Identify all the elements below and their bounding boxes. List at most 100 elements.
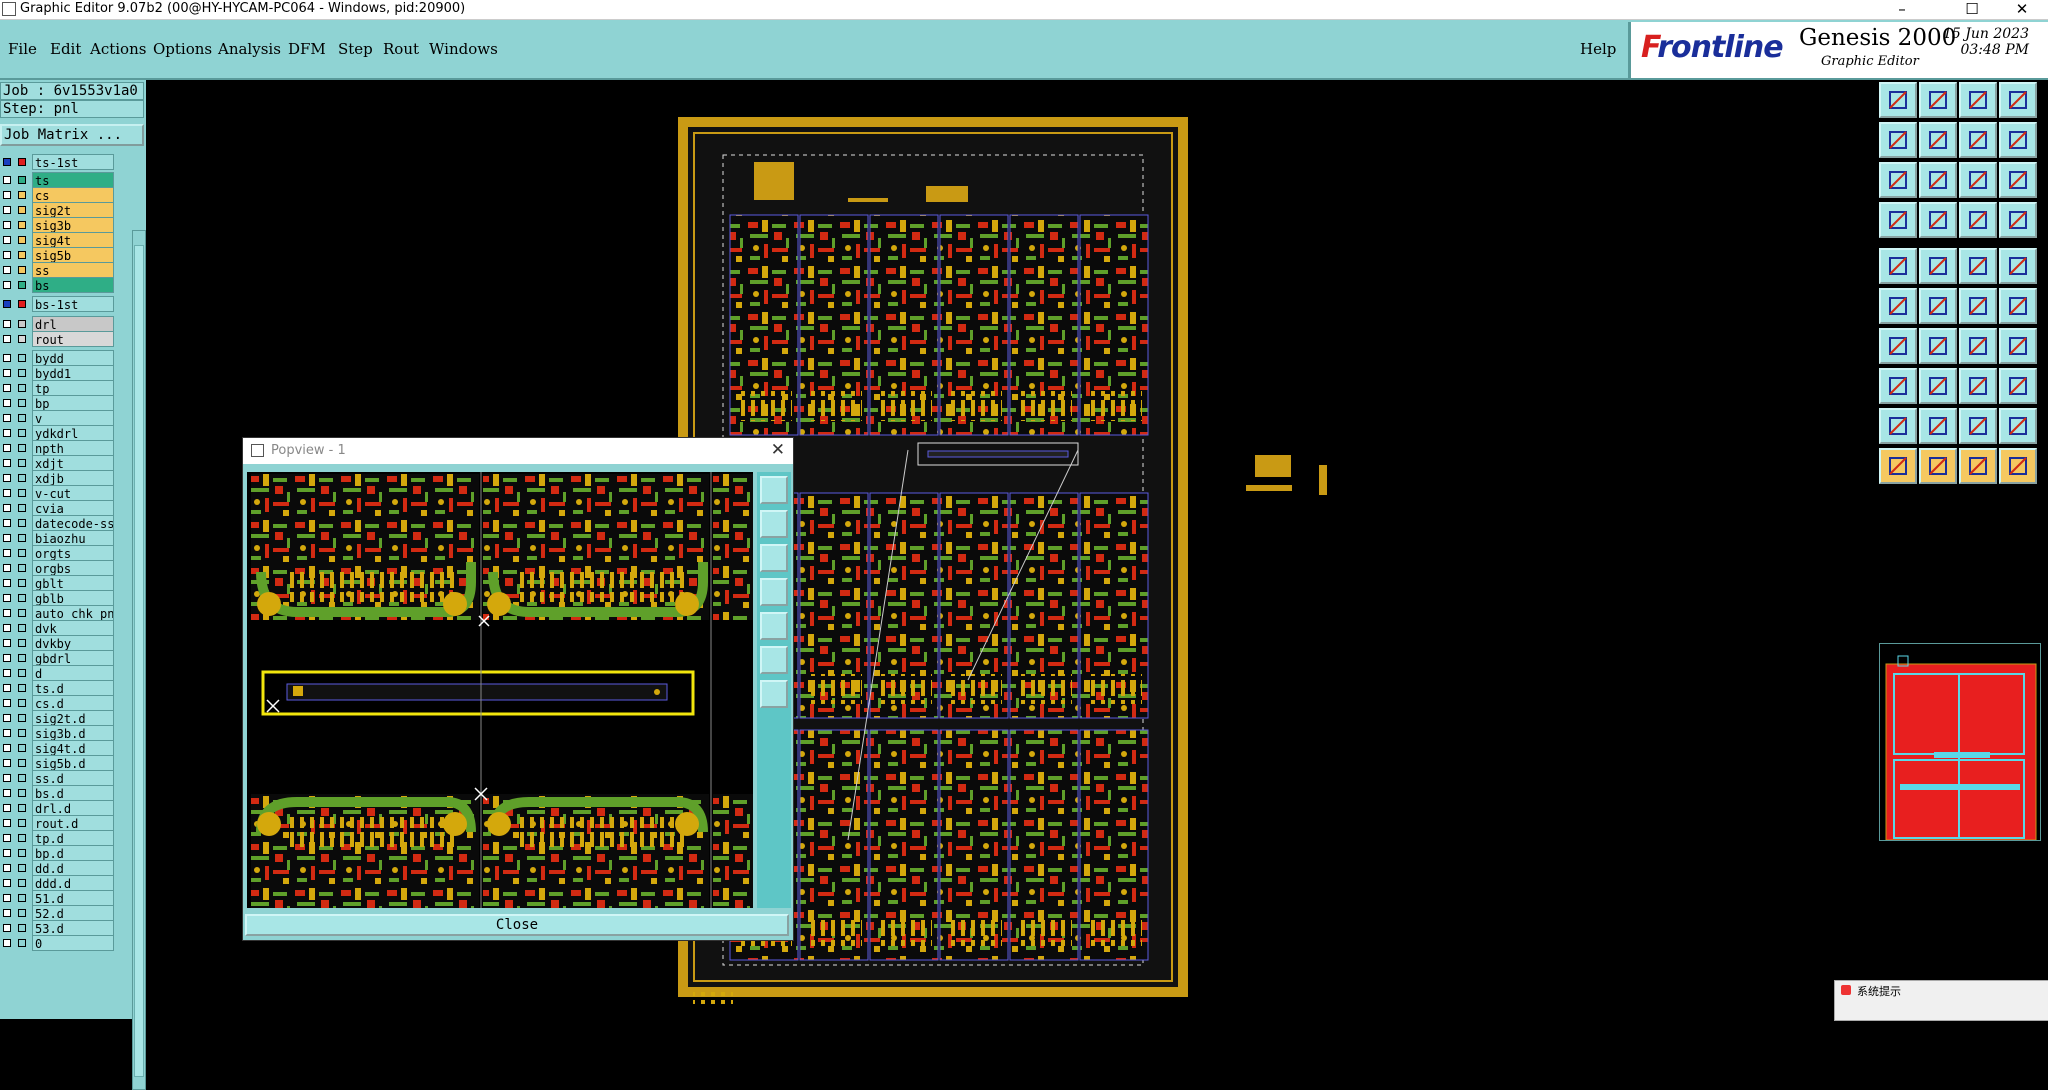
arc-line-icon[interactable] — [1919, 328, 1957, 364]
layer-color-box[interactable] — [18, 774, 26, 782]
layer-color-box[interactable] — [18, 320, 26, 328]
minimize-button[interactable]: – — [1880, 0, 1924, 19]
layer-checkbox[interactable] — [3, 669, 11, 677]
layer-color-box[interactable] — [18, 864, 26, 872]
layer-checkbox[interactable] — [3, 789, 11, 797]
layer-color-box[interactable] — [18, 414, 26, 422]
layer-checkbox[interactable] — [3, 266, 11, 274]
layer-checkbox[interactable] — [3, 444, 11, 452]
popview-zoom-fit-tool[interactable] — [760, 476, 788, 504]
layer-checkbox[interactable] — [3, 684, 11, 692]
layer-color-box[interactable] — [18, 281, 26, 289]
layer-checkbox[interactable] — [3, 609, 11, 617]
layer-row-sig4t[interactable]: sig4t — [0, 232, 126, 248]
layer-color-box[interactable] — [18, 489, 26, 497]
layer-color-box[interactable] — [18, 879, 26, 887]
layer-checkbox[interactable] — [3, 519, 11, 527]
layer-row-rout.d[interactable]: rout.d — [0, 815, 126, 831]
layer-checkbox[interactable] — [3, 594, 11, 602]
layer-checkbox[interactable] — [3, 894, 11, 902]
open-job-icon[interactable] — [1879, 82, 1917, 118]
layer-row-dvk[interactable]: dvk — [0, 620, 126, 636]
layer-checkbox[interactable] — [3, 639, 11, 647]
select-icon[interactable] — [1919, 448, 1957, 484]
add-pad-icon[interactable] — [1879, 248, 1917, 284]
layer-checkbox[interactable] — [3, 414, 11, 422]
layer-row-53.d[interactable]: 53.d — [0, 920, 126, 936]
layer-color-box[interactable] — [18, 594, 26, 602]
layer-color-box[interactable] — [18, 564, 26, 572]
layer-checkbox[interactable] — [3, 236, 11, 244]
layer-color-box[interactable] — [18, 684, 26, 692]
layer-row-orgts[interactable]: orgts — [0, 545, 126, 561]
layer-color-box[interactable] — [18, 191, 26, 199]
connect-icon[interactable] — [1879, 288, 1917, 324]
maximize-button[interactable]: ☐ — [1950, 0, 1994, 19]
menu-analysis[interactable]: Analysis — [218, 40, 281, 58]
layer-color-box[interactable] — [18, 804, 26, 812]
layer-checkbox[interactable] — [3, 191, 11, 199]
layer-color-box[interactable] — [18, 819, 26, 827]
layer-row-ts[interactable]: ts — [0, 172, 126, 188]
layer-checkbox[interactable] — [3, 489, 11, 497]
layer-checkbox[interactable] — [3, 354, 11, 362]
measure-icon[interactable] — [1879, 202, 1917, 238]
popview-zoom-in-tool[interactable] — [760, 646, 788, 674]
layer-color-box[interactable] — [18, 335, 26, 343]
pointer-icon[interactable] — [1879, 448, 1917, 484]
layer-color-box[interactable] — [18, 176, 26, 184]
layer-checkbox[interactable] — [3, 384, 11, 392]
layer-checkbox[interactable] — [3, 624, 11, 632]
layer-color-box[interactable] — [18, 654, 26, 662]
layer-color-box[interactable] — [18, 639, 26, 647]
layer-color-box[interactable] — [18, 384, 26, 392]
add-line-icon[interactable] — [1919, 248, 1957, 284]
layer-row-sig5b.d[interactable]: sig5b.d — [0, 755, 126, 771]
help-icon[interactable] — [1999, 162, 2037, 198]
layer-checkbox[interactable] — [3, 399, 11, 407]
layer-checkbox[interactable] — [3, 774, 11, 782]
menu-actions[interactable]: Actions — [90, 40, 146, 58]
select-area-icon[interactable] — [1879, 368, 1917, 404]
popview-pan-left-tool[interactable] — [760, 578, 788, 606]
layer-checkbox[interactable] — [3, 221, 11, 229]
pan-icon[interactable] — [1919, 162, 1957, 198]
add-dot-icon[interactable] — [1999, 248, 2037, 284]
scrollbar-thumb[interactable] — [134, 245, 144, 1077]
line-icon[interactable] — [1879, 328, 1917, 364]
move-icon[interactable] — [1959, 288, 1997, 324]
pick-icon[interactable] — [1999, 448, 2037, 484]
menu-dfm[interactable]: DFM — [288, 40, 326, 58]
layer-row-drl[interactable]: drl — [0, 316, 126, 332]
home-icon[interactable] — [1959, 82, 1997, 118]
layer-row-cvia[interactable]: cvia — [0, 500, 126, 516]
scale-icon[interactable] — [1959, 162, 1997, 198]
menu-options[interactable]: Options — [153, 40, 212, 58]
layer-color-box[interactable] — [18, 924, 26, 932]
layer-row-ss[interactable]: ss — [0, 262, 126, 278]
save-icon[interactable] — [1919, 82, 1957, 118]
layer-color-box[interactable] — [18, 444, 26, 452]
layer-checkbox[interactable] — [3, 335, 11, 343]
layer-checkbox[interactable] — [3, 804, 11, 812]
layer-row-xdjb[interactable]: xdjb — [0, 470, 126, 486]
layer-checkbox[interactable] — [3, 819, 11, 827]
layer-color-box[interactable] — [18, 549, 26, 557]
layer-row-biaozhu[interactable]: biaozhu — [0, 530, 126, 546]
surface-icon[interactable] — [1959, 408, 1997, 444]
layer-checkbox[interactable] — [3, 834, 11, 842]
popview-pan-right-tool[interactable] — [760, 612, 788, 640]
layer-color-box[interactable] — [18, 729, 26, 737]
layer-color-box[interactable] — [18, 429, 26, 437]
layer-color-box[interactable] — [18, 206, 26, 214]
layer-row-orgbs[interactable]: orgbs — [0, 560, 126, 576]
layer-checkbox[interactable] — [3, 534, 11, 542]
popview-zoom-out-tool[interactable] — [760, 680, 788, 708]
layer-row-ddd.d[interactable]: ddd.d — [0, 875, 126, 891]
layer-row-datecode-ss[interactable]: datecode-ss — [0, 515, 126, 531]
layer-checkbox[interactable] — [3, 429, 11, 437]
layer-checkbox[interactable] — [3, 564, 11, 572]
arc-icon[interactable] — [1959, 328, 1997, 364]
layer-row-bp[interactable]: bp — [0, 395, 126, 411]
layer-color-box[interactable] — [18, 369, 26, 377]
